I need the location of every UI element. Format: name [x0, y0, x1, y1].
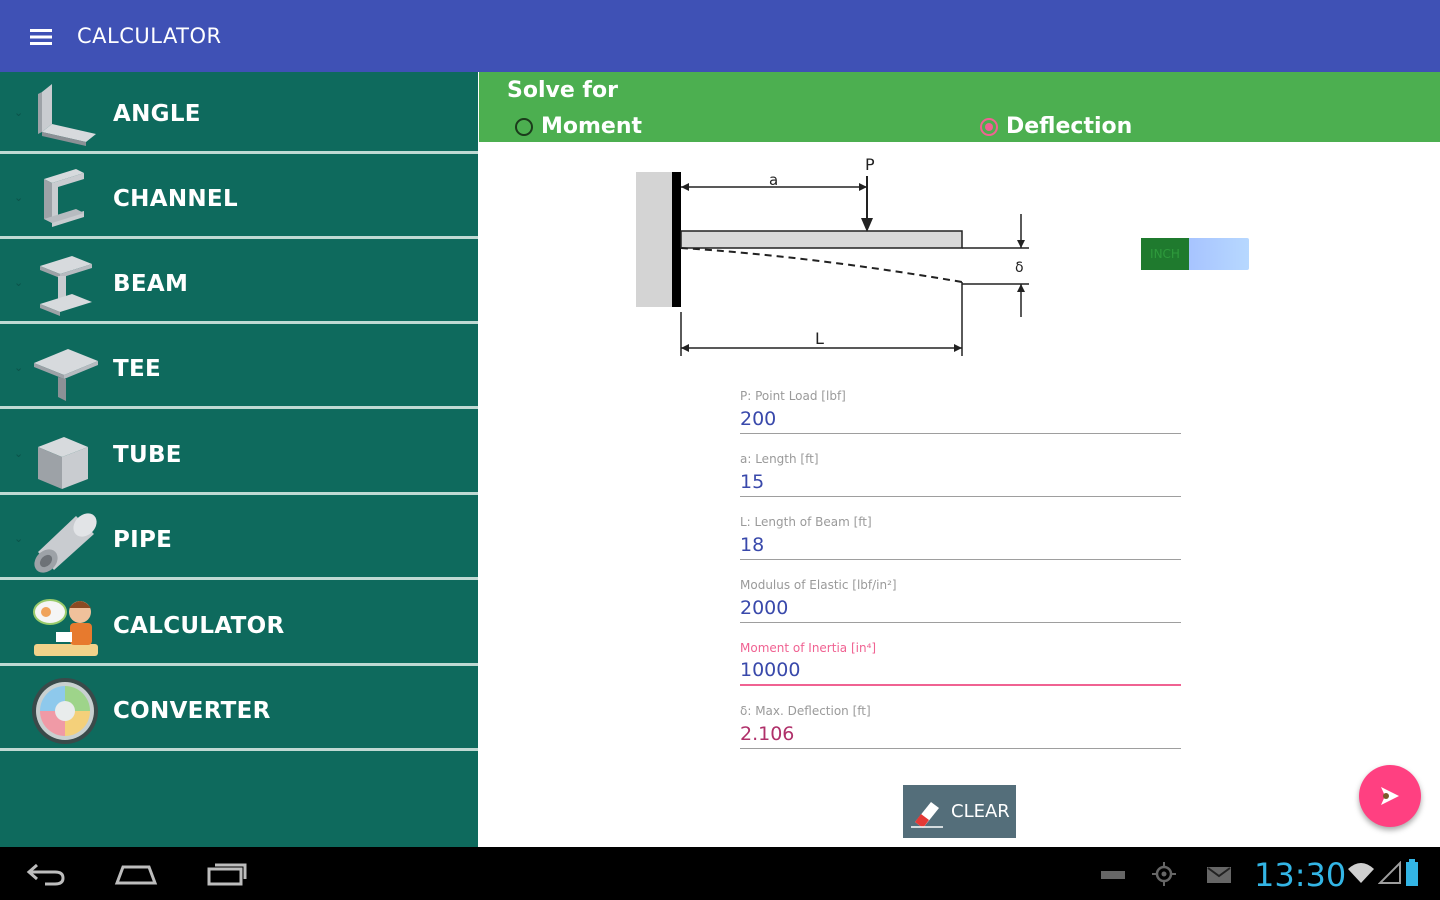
- sidebar-item-label: TEE: [113, 356, 162, 382]
- cantilever-beam-diagram: P a L δ: [629, 152, 1049, 366]
- pipe-icon: [28, 506, 102, 574]
- sidebar-item-label: CHANNEL: [113, 186, 238, 212]
- sidebar-item-beam[interactable]: ⌄ BEAM: [0, 242, 478, 324]
- field-moment-of-inertia: Moment of Inertia [in⁴]: [740, 640, 1181, 686]
- back-icon[interactable]: [16, 855, 76, 893]
- angle-icon: [28, 80, 102, 148]
- tee-icon: [28, 335, 102, 403]
- chevron-icon: ⌄: [14, 361, 24, 374]
- sidebar-item-tee[interactable]: ⌄ TEE: [0, 327, 478, 409]
- battery-icon: [1405, 859, 1419, 891]
- field-label: L: Length of Beam [ft]: [740, 515, 872, 529]
- a-label: a: [769, 171, 778, 189]
- sidebar-item-label: CALCULATOR: [113, 613, 285, 639]
- beam-icon: [28, 250, 102, 318]
- field-label: Moment of Inertia [in⁴]: [740, 641, 877, 655]
- field-length-a: a: Length [ft]: [740, 451, 1181, 497]
- share-fab[interactable]: [1359, 765, 1421, 827]
- keyboard-icon: [1100, 867, 1126, 886]
- solve-for-bar: Solve for Moment Deflection: [479, 72, 1440, 142]
- radio-label: Deflection: [1006, 114, 1133, 139]
- moment-of-inertia-input[interactable]: [740, 656, 1181, 686]
- recents-icon[interactable]: [196, 855, 256, 893]
- divider: [0, 406, 478, 409]
- chevron-icon: ⌄: [14, 532, 24, 545]
- sidebar: ⌄ ANGLE ⌄ CHANNEL ⌄ BEAM ⌄ TEE ⌄ TUBE ⌄ …: [0, 72, 478, 847]
- field-label: P: Point Load [lbf]: [740, 389, 846, 403]
- field-label: a: Length [ft]: [740, 452, 819, 466]
- radio-label: Moment: [541, 114, 643, 139]
- eraser-icon: [911, 801, 943, 828]
- point-load-input[interactable]: [740, 404, 1181, 434]
- field-label: δ: Max. Deflection [ft]: [740, 704, 871, 718]
- app-bar: CALCULATOR: [0, 0, 1440, 72]
- divider: [0, 748, 478, 751]
- share-icon: [1381, 787, 1399, 805]
- radio-button-icon: [980, 117, 998, 136]
- calculator-icon: [28, 592, 102, 660]
- toggle-thumb: INCH: [1141, 238, 1189, 270]
- channel-icon: [28, 165, 102, 233]
- sidebar-item-pipe[interactable]: ⌄ PIPE: [0, 498, 478, 580]
- mail-icon: [1206, 865, 1232, 889]
- clear-button[interactable]: CLEAR: [903, 785, 1016, 838]
- sidebar-item-channel[interactable]: ⌄ CHANNEL: [0, 157, 478, 239]
- field-point-load: P: Point Load [lbf]: [740, 388, 1181, 434]
- beam-length-input[interactable]: [740, 530, 1181, 560]
- divider: [0, 321, 478, 324]
- delta-label: δ: [1015, 260, 1024, 276]
- divider: [0, 236, 478, 239]
- radio-deflection[interactable]: Deflection: [980, 114, 1132, 139]
- clear-label: CLEAR: [951, 801, 1010, 822]
- field-max-deflection: δ: Max. Deflection [ft]: [740, 703, 1181, 749]
- divider: [0, 151, 478, 154]
- sidebar-item-tube[interactable]: ⌄ TUBE: [0, 413, 478, 495]
- divider: [0, 492, 478, 495]
- sidebar-item-label: BEAM: [113, 271, 189, 297]
- app-title: CALCULATOR: [77, 24, 222, 48]
- menu-icon[interactable]: [22, 20, 60, 54]
- chevron-icon: ⌄: [14, 191, 24, 204]
- length-a-input[interactable]: [740, 467, 1181, 497]
- L-label: L: [815, 329, 824, 348]
- system-nav-bar: [0, 847, 1440, 900]
- modulus-input[interactable]: [740, 593, 1181, 623]
- divider: [0, 663, 478, 666]
- max-deflection-output[interactable]: [740, 719, 1181, 749]
- sidebar-item-label: PIPE: [113, 527, 173, 553]
- sidebar-item-label: ANGLE: [113, 101, 201, 127]
- chevron-icon: ⌄: [14, 447, 24, 460]
- sidebar-item-label: CONVERTER: [113, 698, 271, 724]
- field-modulus: Modulus of Elastic [lbf/in²]: [740, 577, 1181, 623]
- radio-moment[interactable]: Moment: [515, 114, 642, 139]
- signal-icon: [1377, 860, 1402, 889]
- chevron-icon: ⌄: [14, 276, 24, 289]
- tube-icon: [28, 421, 102, 489]
- sidebar-item-label: TUBE: [113, 442, 182, 468]
- sidebar-item-calculator[interactable]: CALCULATOR: [0, 584, 478, 666]
- converter-icon: [28, 677, 102, 745]
- field-label: Modulus of Elastic [lbf/in²]: [740, 578, 897, 592]
- main-panel: Solve for Moment Deflection P a L δ INCH…: [479, 72, 1440, 847]
- sidebar-item-angle[interactable]: ⌄ ANGLE: [0, 72, 478, 154]
- divider: [0, 577, 478, 580]
- sidebar-item-converter[interactable]: CONVERTER: [0, 669, 478, 751]
- field-beam-length: L: Length of Beam [ft]: [740, 514, 1181, 560]
- home-icon[interactable]: [106, 855, 166, 893]
- unit-toggle[interactable]: INCH: [1141, 238, 1249, 270]
- load-label: P: [865, 155, 875, 174]
- solve-for-title: Solve for: [507, 78, 618, 103]
- status-clock: 13:30: [1254, 856, 1347, 894]
- chevron-icon: ⌄: [14, 106, 24, 119]
- wifi-icon: [1346, 861, 1376, 889]
- location-icon: [1151, 861, 1177, 891]
- radio-button-icon: [515, 117, 533, 136]
